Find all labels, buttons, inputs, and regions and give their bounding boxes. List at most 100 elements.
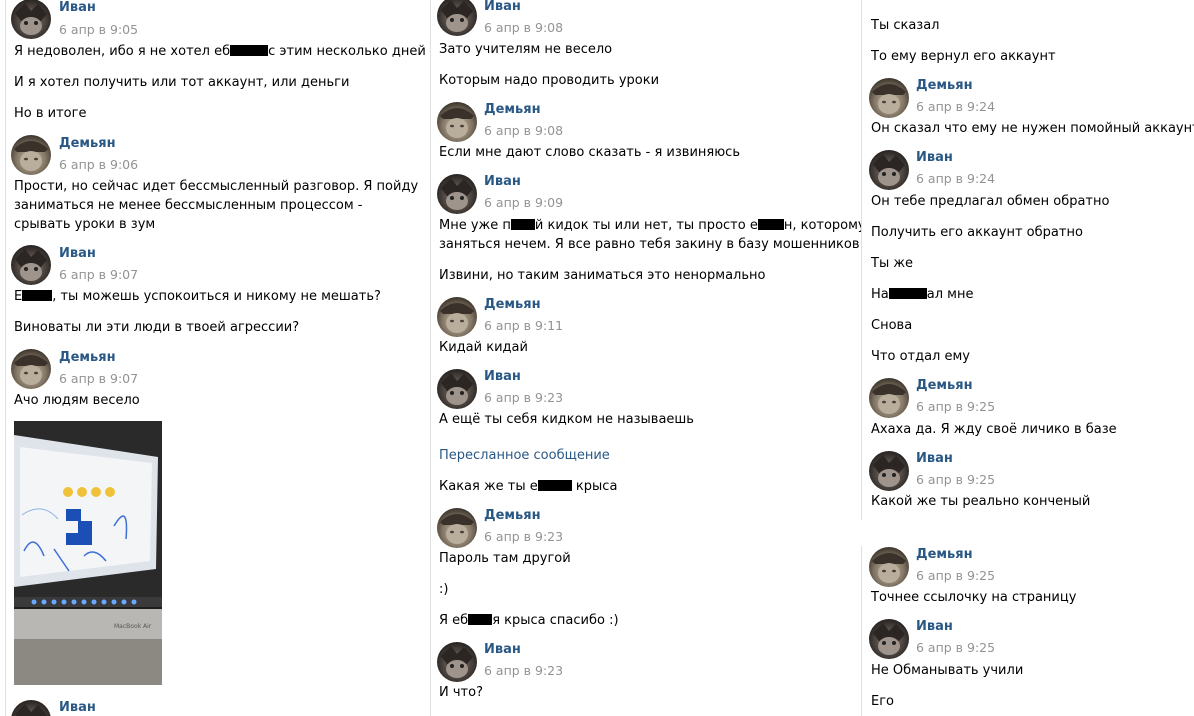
message-time[interactable]: 6 апр в 9:07 <box>59 267 138 282</box>
photo-attachment[interactable]: MacBook Air <box>14 421 162 685</box>
chat-column-3: Ты сказал То ему вернул его аккаунт Демь… <box>861 0 1194 716</box>
message-text: Снова <box>871 318 913 333</box>
message-text: Точнее ссылочку на страницу <box>871 590 1077 605</box>
avatar[interactable] <box>437 102 477 142</box>
message-time[interactable]: 6 апр в 9:09 <box>484 195 563 210</box>
message-text: Если мне дают слово сказать - я извиняюс… <box>439 145 740 160</box>
censor-bar <box>230 45 269 56</box>
message-time[interactable]: 6 апр в 9:08 <box>484 123 563 138</box>
chat-column-1: Иван 6 апр в 9:05 Я недоволен, ибо я не … <box>0 0 428 716</box>
message-text-part: Какая же ты е <box>439 479 538 494</box>
message-text: :) <box>439 582 449 597</box>
avatar[interactable] <box>437 0 477 36</box>
avatar[interactable] <box>11 700 51 716</box>
message-text: И я хотел получить или тот аккаунт, или … <box>14 75 350 90</box>
message-text: Ачо людям весело <box>14 393 140 408</box>
column-divider <box>5 0 6 716</box>
message-time[interactable]: 6 апр в 9:08 <box>484 20 563 35</box>
message-time[interactable]: 6 апр в 9:06 <box>59 157 138 172</box>
sender-name[interactable]: Иван <box>59 0 96 15</box>
message-text: Ахаха да. Я жду своё личико в базе <box>871 422 1117 437</box>
chat-column-2: Иван 6 апр в 9:08 Зато учителям не весел… <box>428 0 861 716</box>
censor-bar <box>468 614 493 625</box>
message-text-part: й кидок ты или нет, ты просто е <box>534 218 758 233</box>
censor-bar <box>510 219 535 230</box>
avatar[interactable] <box>437 369 477 409</box>
message-text: Ты же <box>871 256 914 271</box>
avatar[interactable] <box>869 150 909 190</box>
message-text: Пароль там другой <box>439 551 571 566</box>
sender-name[interactable]: Иван <box>916 150 953 165</box>
message-text: Которым надо проводить уроки <box>439 73 660 88</box>
column-divider <box>861 0 862 520</box>
message-time[interactable]: 6 апр в 9:24 <box>916 171 995 186</box>
message-text: Извини, но таким заниматься это ненормал… <box>439 268 766 283</box>
avatar[interactable] <box>869 78 909 118</box>
message-text: На ал мне <box>871 285 973 304</box>
avatar[interactable] <box>11 135 51 175</box>
message-text: Какой же ты реально конченый <box>871 494 1091 509</box>
message-time[interactable]: 6 апр в 9:25 <box>916 568 995 583</box>
avatar[interactable] <box>11 349 51 389</box>
message-time[interactable]: 6 апр в 9:23 <box>484 529 563 544</box>
sender-name[interactable]: Демьян <box>484 102 541 117</box>
message-text-part: Я еб <box>439 613 469 628</box>
message-text-part: , ты можешь успокоиться и никому не меша… <box>52 289 381 304</box>
message-text: Зато учителям не весело <box>439 42 613 57</box>
sender-name[interactable]: Иван <box>916 619 953 634</box>
avatar[interactable] <box>11 0 51 39</box>
sender-name[interactable]: Демьян <box>916 78 973 93</box>
sender-name[interactable]: Иван <box>59 246 96 261</box>
avatar[interactable] <box>437 508 477 548</box>
avatar[interactable] <box>437 174 477 214</box>
column-divider <box>861 546 862 716</box>
message-text: Мне уже п й кидок ты или нет, ты просто е… <box>439 216 861 235</box>
message-time[interactable]: 6 апр в 9:07 <box>59 371 138 386</box>
avatar[interactable] <box>437 642 477 682</box>
sender-name[interactable]: Иван <box>916 451 953 466</box>
message-text: Не Обманывать учили <box>871 663 1024 678</box>
message-text: заняться нечем. Я все равно тебя закину … <box>439 237 860 252</box>
sender-name[interactable]: Иван <box>484 369 521 384</box>
forwarded-message-link[interactable]: Пересланное сообщение <box>439 448 610 463</box>
sender-name[interactable]: Демьян <box>916 547 973 562</box>
avatar[interactable] <box>869 619 909 659</box>
sender-name[interactable]: Иван <box>484 0 521 14</box>
censor-bar <box>22 290 53 301</box>
sender-name[interactable]: Демьян <box>916 378 973 393</box>
sender-name[interactable]: Иван <box>59 700 96 715</box>
sender-name[interactable]: Иван <box>484 174 521 189</box>
message-time[interactable]: 6 апр в 9:25 <box>916 472 995 487</box>
message-time[interactable]: 6 апр в 9:05 <box>59 22 138 37</box>
message-time[interactable]: 6 апр в 9:24 <box>916 99 995 114</box>
message-text-part: Е <box>14 289 23 304</box>
avatar[interactable] <box>11 245 51 285</box>
message-text: Что отдал ему <box>871 349 970 364</box>
message-time[interactable]: 6 апр в 9:25 <box>916 640 995 655</box>
avatar[interactable] <box>437 297 477 337</box>
message-time[interactable]: 6 апр в 9:25 <box>916 399 995 414</box>
message-text: Но в итоге <box>14 106 87 121</box>
message-text-part: Мне уже п <box>439 218 511 233</box>
laptop-photo-image: MacBook Air <box>14 421 162 685</box>
message-text: Его <box>871 694 894 709</box>
message-text-part: н, которому <box>783 218 861 233</box>
message-text: Ты сказал <box>871 18 940 33</box>
avatar[interactable] <box>869 547 909 587</box>
sender-name[interactable]: Демьян <box>484 297 541 312</box>
message-text-part: я крыса спасибо :) <box>492 613 619 628</box>
message-time[interactable]: 6 апр в 9:11 <box>484 318 563 333</box>
message-time[interactable]: 6 апр в 9:23 <box>484 390 563 405</box>
censor-bar <box>888 288 927 299</box>
message-time[interactable]: 6 апр в 9:23 <box>484 663 563 678</box>
message-text: Виноваты ли эти люди в твоей агрессии? <box>14 320 300 335</box>
sender-name[interactable]: Демьян <box>59 136 116 151</box>
column-divider <box>430 0 431 716</box>
sender-name[interactable]: Демьян <box>484 508 541 523</box>
photo-caption: MacBook Air <box>114 623 152 630</box>
message-text: Он сказал что ему не нужен помойный акка… <box>871 121 1194 136</box>
sender-name[interactable]: Иван <box>484 642 521 657</box>
avatar[interactable] <box>869 451 909 491</box>
sender-name[interactable]: Демьян <box>59 350 116 365</box>
avatar[interactable] <box>869 378 909 418</box>
